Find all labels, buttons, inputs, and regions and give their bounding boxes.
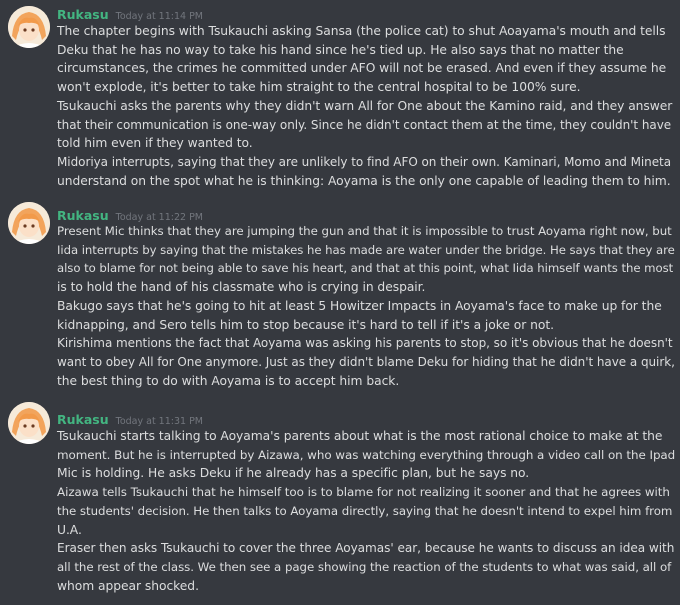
message-line: all the rest of the class. We then see a…	[57, 559, 672, 574]
message-line: Kirishima mentions the fact that Aoyama …	[57, 336, 673, 351]
message-content: The chapter begins with Tsukauchi asking…	[57, 22, 675, 190]
message-line: moment. But he is interrupted by Aizawa,…	[57, 447, 676, 462]
message-line: Mic is holding. He asks Deku if he alrea…	[57, 466, 530, 481]
message-line: told him even if they wanted to.	[57, 136, 253, 151]
message-line: The chapter begins with Tsukauchi asking…	[57, 24, 666, 38]
message-content: Tsukauchi starts talking to Aoyama's par…	[57, 427, 675, 595]
username[interactable]: Rukasu	[57, 7, 109, 22]
username[interactable]: Rukasu	[57, 208, 109, 223]
avatar-image	[8, 202, 50, 244]
message-line: kidnapping, and Sero tells him to stop b…	[57, 317, 554, 332]
username[interactable]: Rukasu	[57, 412, 109, 427]
chat-messages: Rukasu Today at 11:14 PM The chapter begi…	[0, 0, 680, 605]
message-header: Rukasu Today at 11:14 PM	[57, 4, 203, 24]
message-line: also to blame for not being able to save…	[57, 261, 674, 276]
message-line: circumstances, the crimes he committed u…	[57, 61, 667, 76]
message-line: won't explode, it's better to take him s…	[57, 80, 581, 95]
message-line: understand on the spot what he is thinki…	[57, 173, 671, 188]
timestamp: Today at 11:31 PM	[115, 416, 204, 427]
avatar[interactable]	[8, 202, 50, 244]
message-line: that their communication is one-way only…	[57, 117, 672, 132]
message-line: Iida interrupts by saying that the mista…	[57, 242, 675, 257]
message-line: Tsukauchi asks the parents why they didn…	[57, 98, 673, 113]
timestamp: Today at 11:14 PM	[115, 11, 204, 22]
message-line: Eraser then asks Tsukauchi to cover the …	[57, 541, 675, 556]
message-line: the best thing to do with Aoyama is to a…	[57, 373, 400, 388]
avatar-image	[8, 402, 50, 444]
message-line: is to hold the hand of his classmate who…	[57, 280, 426, 295]
message-header: Rukasu Today at 11:31 PM	[57, 409, 203, 429]
message-line: whom appear shocked.	[57, 578, 199, 593]
message-line: Deku that he has no way to take his hand…	[57, 42, 624, 57]
message-line: U.A.	[57, 522, 82, 537]
avatar[interactable]	[8, 6, 50, 48]
message-line: Midoriya interrupts, saying that they ar…	[57, 154, 672, 169]
avatar[interactable]	[8, 402, 50, 444]
message-line: the students' decision. He then talks to…	[57, 503, 673, 518]
avatar-image	[8, 6, 50, 48]
message-content: Present Mic thinks that they are jumping…	[57, 222, 675, 390]
message-line: Tsukauchi starts talking to Aoyama's par…	[57, 429, 663, 443]
message-line: Present Mic thinks that they are jumping…	[57, 224, 672, 238]
message-line: want to obey All for One anymore. Just a…	[57, 354, 675, 369]
message-line: Aizawa tells Tsukauchi that he himself t…	[57, 485, 670, 500]
message-line: Bakugo says that he's going to hit at le…	[57, 298, 662, 313]
